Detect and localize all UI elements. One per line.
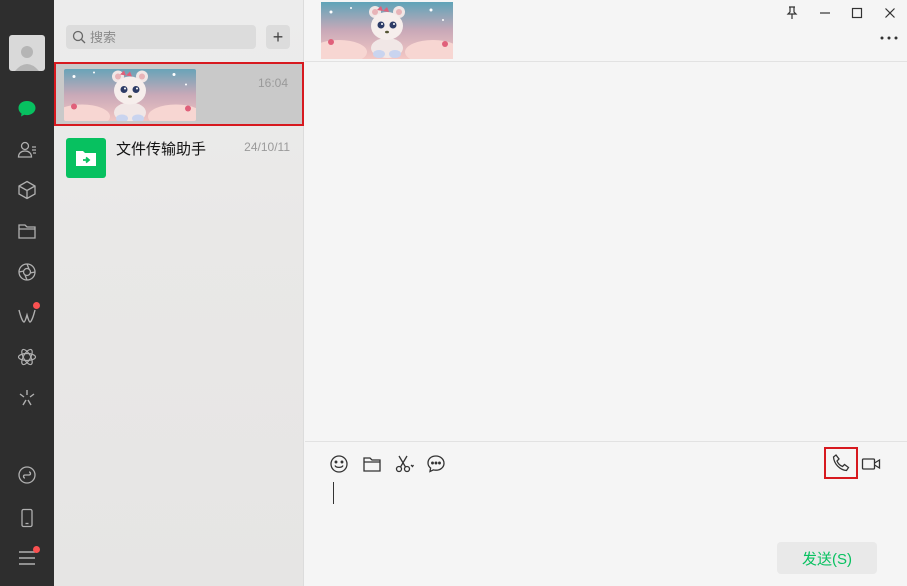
chat-item-file-transfer[interactable]: 文件传输助手 24/10/11 (54, 126, 304, 190)
phone-icon[interactable] (12, 503, 42, 533)
channels-icon[interactable] (12, 300, 42, 330)
bear-banner-image (321, 2, 453, 59)
emoji-icon[interactable] (327, 452, 351, 476)
bear-banner-image (64, 69, 196, 121)
chat-history-icon[interactable] (424, 452, 448, 476)
chat-header (305, 0, 907, 62)
close-icon[interactable] (880, 4, 900, 22)
add-button[interactable]: + (266, 25, 290, 49)
badge-dot (33, 302, 40, 309)
mini-programs-icon[interactable] (12, 342, 42, 372)
file-transfer-icon (66, 138, 106, 178)
chat-item-selected[interactable]: 16:04 (54, 62, 304, 126)
contacts-icon[interactable] (12, 135, 42, 165)
voice-call-icon (832, 454, 850, 472)
favorites-icon[interactable] (12, 175, 42, 205)
pin-icon[interactable] (782, 4, 802, 22)
sidebar (0, 0, 54, 586)
voice-call-button[interactable] (824, 447, 858, 479)
maximize-icon[interactable] (847, 4, 867, 22)
chat-icon[interactable] (12, 94, 42, 124)
chat-name: 文件传输助手 (116, 141, 207, 158)
moments-icon[interactable] (12, 257, 42, 287)
search-input[interactable] (90, 29, 250, 45)
chat-window: 发送(S) (305, 0, 907, 586)
chat-list-panel: + 16:04 文件传输助手 24/10/11 (54, 0, 304, 586)
folder-icon[interactable] (12, 216, 42, 246)
badge-dot (33, 546, 40, 553)
avatar[interactable] (9, 35, 45, 71)
composer-divider (305, 441, 907, 442)
send-button[interactable]: 发送(S) (777, 542, 877, 574)
search-feature-icon[interactable] (12, 383, 42, 413)
chat-time: 24/10/11 (244, 140, 290, 154)
mini-program-link-icon[interactable] (12, 460, 42, 490)
search-box[interactable] (66, 25, 256, 49)
default-avatar-icon (15, 46, 39, 71)
more-options-icon[interactable] (879, 28, 899, 48)
folder-icon[interactable] (360, 452, 384, 476)
text-input-caret[interactable] (333, 482, 334, 504)
chat-time: 16:04 (257, 76, 288, 90)
menu-icon[interactable] (12, 543, 42, 573)
search-icon (72, 30, 86, 44)
video-call-icon[interactable] (859, 452, 883, 476)
scissors-icon[interactable] (392, 452, 416, 476)
minimize-icon[interactable] (815, 4, 835, 22)
